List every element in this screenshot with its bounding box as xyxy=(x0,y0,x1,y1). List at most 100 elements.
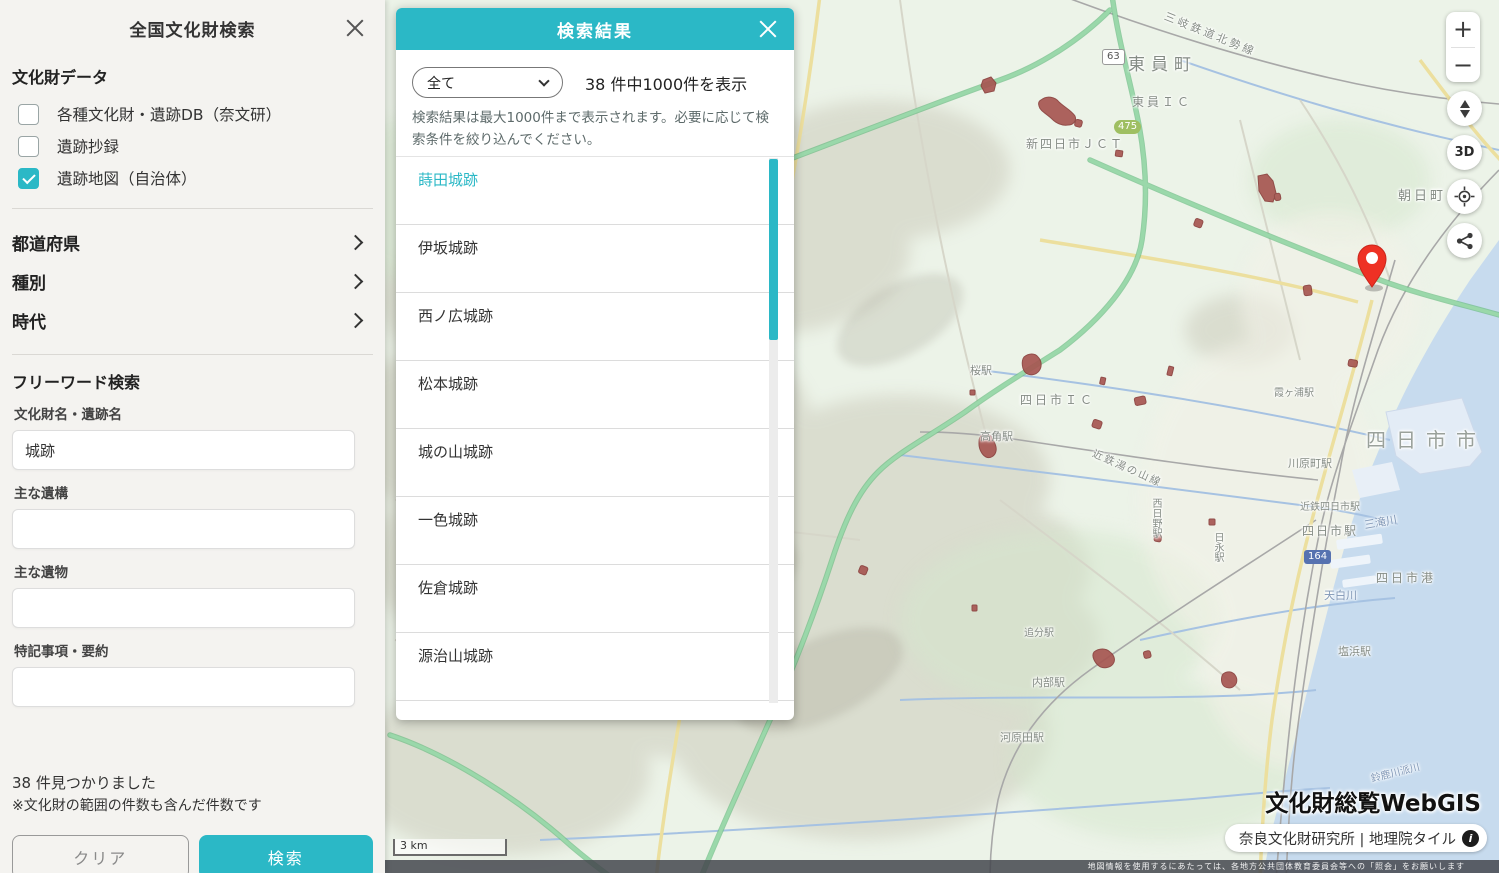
result-item-name: 佐倉城跡 xyxy=(418,577,794,598)
compass-tilt-button[interactable] xyxy=(1447,91,1482,126)
zoom-out-button[interactable]: − xyxy=(1446,48,1480,83)
result-item[interactable]: 松本城跡 xyxy=(396,361,794,429)
result-item[interactable]: 一色城跡 xyxy=(396,497,794,565)
map-label: 四日市市 xyxy=(1366,424,1486,453)
results-filter-row: 全て 38 件中1000件を表示 xyxy=(412,67,778,98)
divider xyxy=(12,208,373,209)
zoom-in-button[interactable]: + xyxy=(1446,12,1480,47)
remarks-input[interactable] xyxy=(12,667,355,707)
result-item-name: 蒔田城跡 xyxy=(418,169,794,190)
accordion-era[interactable]: 時代 xyxy=(0,301,385,340)
checkbox-unchecked-icon xyxy=(18,104,39,125)
accordion-label: 都道府県 xyxy=(12,230,80,255)
map-label: 東員ＩＣ xyxy=(1132,93,1192,110)
result-item[interactable]: 城の山城跡 xyxy=(396,429,794,497)
accordion-type[interactable]: 種別 xyxy=(0,262,385,301)
app-root: 東員町 東員ＩＣ 新四日市ＪＣＴ 三岐鉄道北勢線 朝日町 四日市ＩＣ 桜駅 高角… xyxy=(0,0,1499,873)
checkbox-label: 遺跡地図（自治体） xyxy=(57,167,197,189)
map-label: 四日市港 xyxy=(1376,569,1436,586)
field-label: 特記事項・要約 xyxy=(14,640,373,660)
share-button[interactable] xyxy=(1447,223,1482,258)
results-close-icon[interactable] xyxy=(758,19,778,39)
field-label: 文化財名・遺跡名 xyxy=(14,403,373,423)
chevron-right-icon xyxy=(348,313,364,329)
sidebar-header: 全国文化財検索 xyxy=(0,0,385,56)
clear-button[interactable]: クリア xyxy=(12,835,189,873)
3d-label: 3D xyxy=(1455,145,1475,160)
main-artifacts-input[interactable] xyxy=(12,588,355,628)
sidebar-buttons: クリア 検索 xyxy=(12,835,373,873)
result-item[interactable]: 源治山城跡 xyxy=(396,633,794,701)
chevron-down-icon xyxy=(538,75,549,86)
info-icon[interactable]: i xyxy=(1462,830,1479,847)
field-label: 主な遺物 xyxy=(14,561,373,581)
checkbox-row-isekichizu[interactable]: 遺跡地図（自治体） xyxy=(0,162,385,194)
route-badge: 63 xyxy=(1102,49,1125,65)
map-scale-bar: 3 km xyxy=(393,839,507,856)
main-features-input[interactable] xyxy=(12,509,355,549)
results-filter-select[interactable]: 全て xyxy=(412,67,563,98)
checkbox-checked-icon xyxy=(18,168,39,189)
map-label: 新四日市ＪＣＴ xyxy=(1026,135,1124,152)
route-badge: 475 xyxy=(1114,120,1141,134)
accordion-prefecture[interactable]: 都道府県 xyxy=(0,223,385,262)
data-section-heading: 文化財データ xyxy=(12,64,373,88)
search-button[interactable]: 検索 xyxy=(199,835,374,873)
sidebar-close-icon[interactable] xyxy=(345,18,365,38)
arrow-up-icon xyxy=(1460,100,1470,108)
arrow-down-icon xyxy=(1460,110,1470,118)
field-label: 主な遺構 xyxy=(14,482,373,502)
map-label: 霞ヶ浦駅 xyxy=(1274,384,1314,399)
locate-button[interactable] xyxy=(1447,179,1482,214)
result-item-name: 一色城跡 xyxy=(418,509,794,530)
result-item-name: 城の山城跡 xyxy=(418,441,794,462)
map-label: 近鉄四日市駅 xyxy=(1300,498,1360,513)
result-item-name: 源治山城跡 xyxy=(418,645,794,666)
map-label: 川原町駅 xyxy=(1288,455,1332,471)
share-icon xyxy=(1456,232,1474,250)
chevron-right-icon xyxy=(348,274,364,290)
results-scrollbar-track[interactable] xyxy=(769,158,778,703)
accordion-label: 時代 xyxy=(12,308,46,333)
results-list: 蒔田城跡 伊坂城跡 西ノ広城跡 松本城跡 城の山城跡 一色城跡 佐倉城跡 源治山… xyxy=(396,156,794,720)
map-label: 桜駅 xyxy=(970,362,992,378)
map-label: 塩浜駅 xyxy=(1338,643,1371,659)
attribution-text[interactable]: 奈良文化財研究所 | 地理院タイル xyxy=(1239,828,1456,849)
results-note: 検索結果は最大1000件まで表示されます。必要に応じて検索条件を絞り込んでくださ… xyxy=(412,108,778,151)
map-label: 内部駅 xyxy=(1032,674,1065,690)
site-brand: 文化財総覧WebGIS xyxy=(1265,784,1481,818)
sidebar-result-note: ※文化財の範囲の件数も含んだ件数です xyxy=(12,795,262,815)
result-item[interactable]: 佐倉城跡 xyxy=(396,565,794,633)
checkbox-row-db[interactable]: 各種文化財・遺跡DB（奈文研） xyxy=(0,98,385,130)
sidebar-title: 全国文化財検索 xyxy=(130,16,256,41)
3d-mode-button[interactable]: 3D xyxy=(1447,135,1482,170)
map-label: 日永駅 xyxy=(1210,532,1225,562)
field-main-artifacts: 主な遺物 xyxy=(12,561,373,628)
map-label: 朝日町 xyxy=(1398,185,1446,204)
results-scrollbar-thumb[interactable] xyxy=(769,159,778,340)
filter-selected-value: 全て xyxy=(427,73,540,93)
result-item[interactable]: 蒔田城跡 xyxy=(396,157,794,225)
map-label: 河原田駅 xyxy=(1000,729,1044,745)
results-count-text: 38 件中1000件を表示 xyxy=(585,71,747,95)
result-item[interactable]: 伊坂城跡 xyxy=(396,225,794,293)
sidebar-result-count: 38 件見つかりました xyxy=(12,772,156,793)
map-label: 四日市ＩＣ xyxy=(1020,391,1095,408)
freeword-heading: フリーワード検索 xyxy=(12,369,373,393)
checkbox-unchecked-icon xyxy=(18,136,39,157)
result-item-name: 松本城跡 xyxy=(418,373,794,394)
map-label: 高角駅 xyxy=(980,428,1013,444)
map-label: 西日野駅 xyxy=(1148,498,1163,538)
site-name-input[interactable] xyxy=(12,430,355,470)
results-header: 検索結果 xyxy=(396,8,794,50)
map-pin-marker[interactable] xyxy=(1344,236,1400,298)
checkbox-label: 各種文化財・遺跡DB（奈文研） xyxy=(57,103,281,125)
field-main-features: 主な遺構 xyxy=(12,482,373,549)
map-label: 追分駅 xyxy=(1024,624,1054,639)
search-results-panel: 検索結果 全て 38 件中1000件を表示 検索結果は最大1000件まで表示され… xyxy=(396,8,794,720)
result-item[interactable]: 西ノ広城跡 xyxy=(396,293,794,361)
checkbox-row-shoroku[interactable]: 遺跡抄録 xyxy=(0,130,385,162)
result-item-name: 伊坂城跡 xyxy=(418,237,794,258)
results-title: 検索結果 xyxy=(557,17,633,42)
attribution-pill: 奈良文化財研究所 | 地理院タイル i xyxy=(1225,824,1487,852)
